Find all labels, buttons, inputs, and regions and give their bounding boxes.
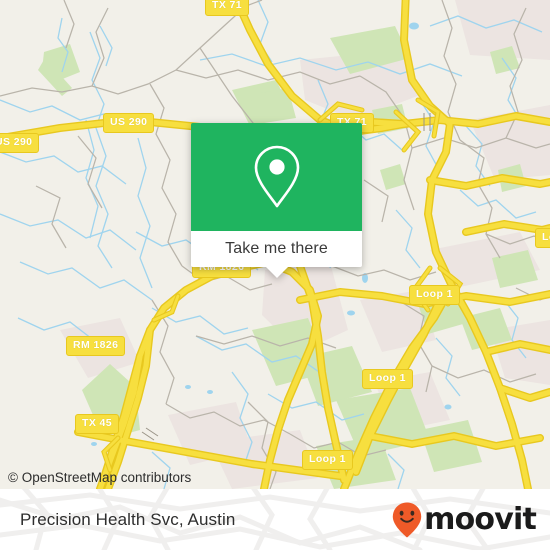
popup-pointer-tail [265, 267, 288, 278]
moovit-logo[interactable]: moovit [391, 501, 537, 539]
take-me-there-label: Take me there [225, 240, 328, 257]
road-shield-tx-45: TX 45 [75, 414, 120, 434]
moovit-pin-icon [392, 502, 422, 537]
road-shield-loop-1-lower: Loop 1 [302, 450, 353, 470]
place-title: Precision Health Svc, Austin [20, 509, 236, 529]
road-shield-tx-71-top: TX 71 [205, 0, 250, 16]
footer-bar: Precision Health Svc, Austin moovit [0, 489, 550, 550]
location-popup-card[interactable]: Take me there [191, 123, 362, 278]
road-shield-loop-1-right-edge: Lo [535, 228, 550, 248]
moovit-map-screenshot: TX 71US 290US 290TX 71RM 1826RM 1826TX 4… [0, 0, 550, 550]
road-shield-us-290-center: US 290 [103, 113, 155, 133]
map-canvas[interactable]: TX 71US 290US 290TX 71RM 1826RM 1826TX 4… [0, 0, 550, 489]
map-pin-icon [254, 145, 299, 208]
popup-header [191, 123, 362, 231]
road-shield-loop-1-upper: Loop 1 [409, 285, 460, 305]
road-shield-loop-1-middle: Loop 1 [362, 369, 413, 389]
road-shield-us-290-left-edge: US 290 [0, 133, 40, 153]
road-shield-rm-1826-lower: RM 1826 [66, 336, 126, 356]
moovit-wordmark: moovit [424, 501, 537, 537]
osm-attribution[interactable]: © OpenStreetMap contributors [8, 470, 191, 485]
take-me-there-button[interactable]: Take me there [191, 231, 362, 278]
